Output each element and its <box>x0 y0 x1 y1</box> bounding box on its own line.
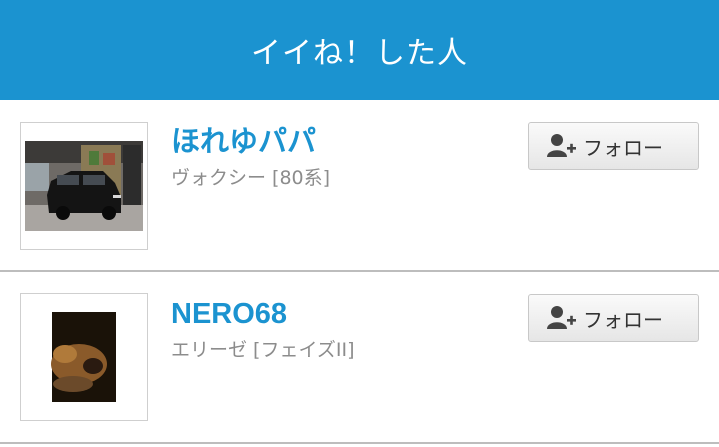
follow-button[interactable]: フォロー <box>528 122 699 170</box>
dog-photo-icon <box>21 294 147 420</box>
username[interactable]: ほれゆパパ <box>171 125 316 159</box>
add-user-icon <box>547 133 577 159</box>
list-item: ほれゆパパ ヴォクシー [80系] フォロー <box>0 100 719 272</box>
page-title: イイね！した人 <box>251 36 468 71</box>
follow-label: フォロー <box>583 307 663 332</box>
avatar[interactable] <box>20 122 148 250</box>
avatar[interactable] <box>20 293 148 421</box>
car-model: ヴォクシー [80系] <box>171 167 331 189</box>
add-user-icon <box>547 305 577 331</box>
follow-label: フォロー <box>583 135 663 160</box>
username[interactable]: NERO68 <box>171 297 287 331</box>
car-photo-icon <box>21 123 147 249</box>
car-model: エリーゼ [フェイズII] <box>171 339 355 361</box>
follow-button[interactable]: フォロー <box>528 294 699 342</box>
list-item: NERO68 エリーゼ [フェイズII] フォロー <box>0 272 719 444</box>
page-header: イイね！した人 <box>0 0 719 100</box>
